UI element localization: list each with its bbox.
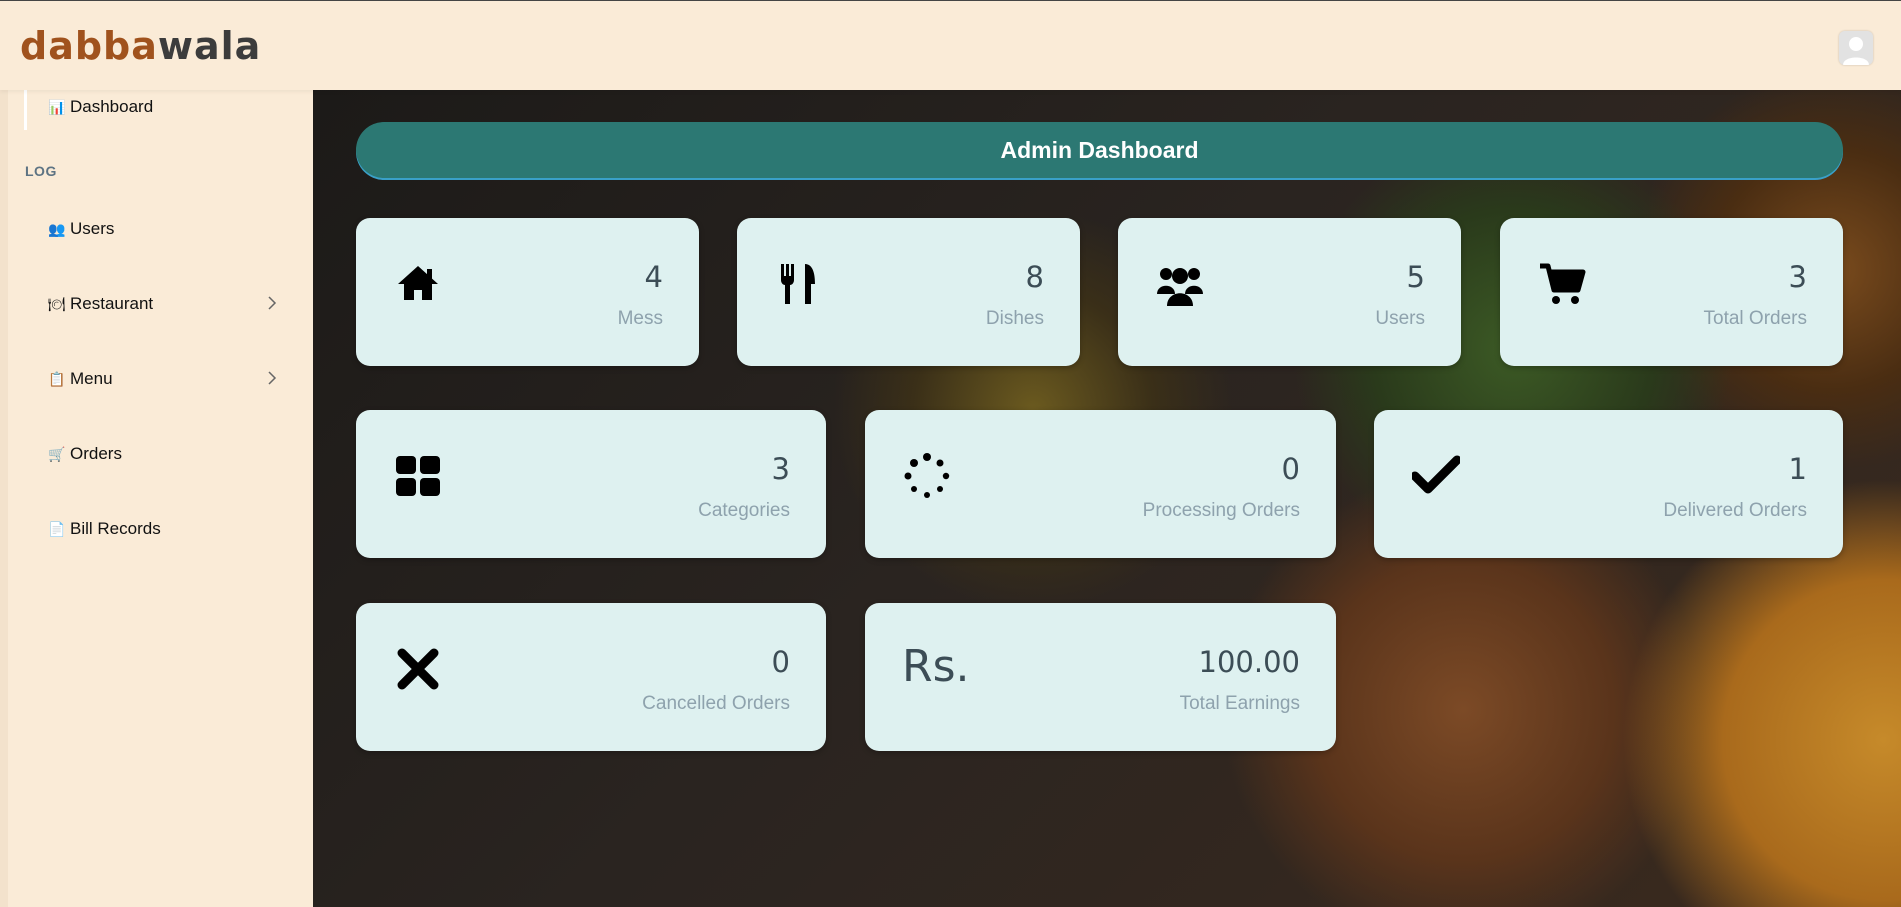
sidebar-item-orders[interactable]: 🛒 Orders <box>48 442 278 466</box>
stat-value: 0 <box>1281 452 1300 486</box>
stat-label: Mess <box>617 308 663 329</box>
stat-card-delivered-orders[interactable]: 1 Delivered Orders <box>1374 410 1843 558</box>
utensils-icon <box>781 264 815 304</box>
stat-value: 4 <box>644 260 663 294</box>
stat-card-users[interactable]: 5 Users <box>1118 218 1461 366</box>
stat-label: Processing Orders <box>1142 500 1300 521</box>
sidebar: 📊 Dashboard LOG 👥 Users 🍽 Restaurant 📋 M… <box>0 90 313 907</box>
brand-logo-part1: dabba <box>20 24 158 68</box>
sidebar-item-users[interactable]: 👥 Users <box>48 217 278 241</box>
stat-value: 0 <box>771 645 790 679</box>
stat-value: 100.00 <box>1198 645 1300 679</box>
sidebar-item-label: Users <box>70 219 115 238</box>
stat-value: 1 <box>1788 452 1807 486</box>
stat-card-mess[interactable]: 4 Mess <box>356 218 699 366</box>
page-title: Admin Dashboard <box>356 122 1843 178</box>
stat-card-total-earnings[interactable]: Rs. 100.00 Total Earnings <box>865 603 1336 751</box>
cart-icon: 🛒 <box>48 445 66 462</box>
brand-logo-part2: wala <box>157 24 262 68</box>
stat-label: Delivered Orders <box>1663 500 1807 521</box>
stat-card-total-orders[interactable]: 3 Total Orders <box>1500 218 1843 366</box>
users-icon: 👥 <box>48 220 66 237</box>
sidebar-item-label: Restaurant <box>70 294 154 313</box>
active-indicator <box>24 90 27 130</box>
sidebar-item-label: Orders <box>70 444 122 463</box>
rupee-icon: Rs. <box>902 641 970 692</box>
sidebar-item-dashboard[interactable]: 📊 Dashboard <box>48 95 278 119</box>
main-content: Admin Dashboard 4 Mess 8 Dishes 5 Users <box>313 90 1901 907</box>
stat-label: Dishes <box>985 308 1044 329</box>
stat-value: 5 <box>1406 260 1425 294</box>
stat-card-dishes[interactable]: 8 Dishes <box>737 218 1080 366</box>
plate-icon: 🍽 <box>48 295 66 312</box>
sidebar-item-label: Menu <box>70 369 113 388</box>
users-icon <box>1157 268 1203 306</box>
x-icon <box>397 648 439 690</box>
sidebar-item-label: Dashboard <box>70 97 154 116</box>
stat-label: Total Earnings <box>1179 693 1300 714</box>
user-avatar[interactable] <box>1839 31 1873 65</box>
cart-icon <box>1540 263 1586 304</box>
stat-value: 3 <box>771 452 790 486</box>
sidebar-item-label: Bill Records <box>70 519 161 538</box>
stat-label: Cancelled Orders <box>642 693 790 714</box>
sidebar-edge <box>0 90 8 907</box>
brand-logo[interactable]: dabbawala <box>20 27 261 65</box>
document-icon: 📄 <box>48 520 66 537</box>
spinner-icon <box>904 453 950 498</box>
stat-value: 3 <box>1788 260 1807 294</box>
grid-icon <box>396 456 440 496</box>
sidebar-item-bill-records[interactable]: 📄 Bill Records <box>48 517 278 541</box>
stat-card-categories[interactable]: 3 Categories <box>356 410 826 558</box>
stat-card-cancelled-orders[interactable]: 0 Cancelled Orders <box>356 603 826 751</box>
stat-card-processing-orders[interactable]: 0 Processing Orders <box>865 410 1336 558</box>
check-icon <box>1412 455 1460 494</box>
home-icon <box>398 266 438 300</box>
sidebar-item-menu[interactable]: 📋 Menu <box>48 367 278 391</box>
sidebar-section-label: LOG <box>25 163 57 179</box>
bar-chart-icon: 📊 <box>48 98 66 115</box>
stat-label: Users <box>1375 308 1425 329</box>
top-navbar: dabbawala <box>0 0 1901 90</box>
sidebar-item-restaurant[interactable]: 🍽 Restaurant <box>48 292 278 316</box>
stat-value: 8 <box>1025 260 1044 294</box>
stat-label: Categories <box>698 500 790 521</box>
stat-label: Total Orders <box>1703 308 1807 329</box>
chevron-right-icon <box>268 371 277 385</box>
user-avatar-icon <box>1839 31 1873 65</box>
chevron-right-icon <box>268 296 277 310</box>
clipboard-icon: 📋 <box>48 370 66 387</box>
